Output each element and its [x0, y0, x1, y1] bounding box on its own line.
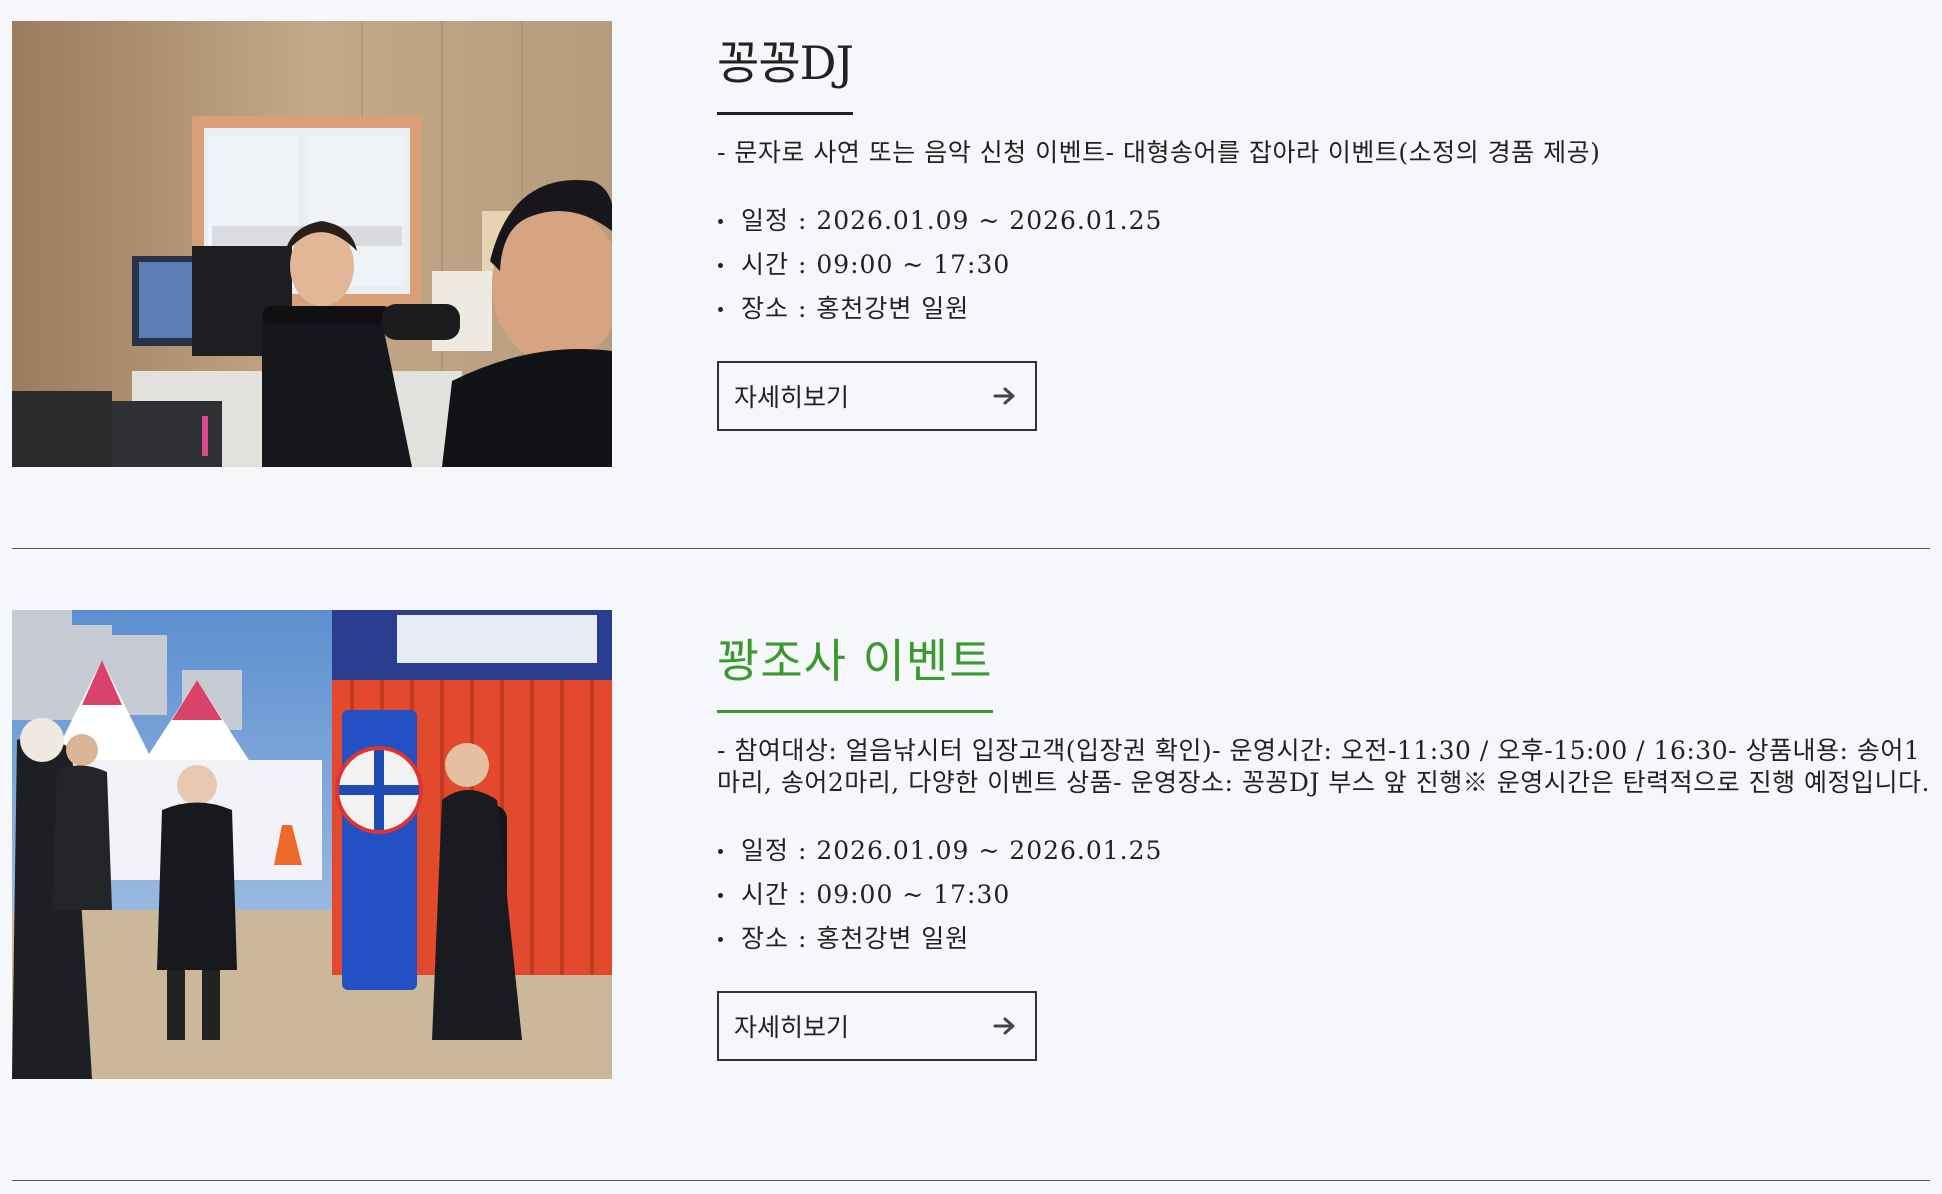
- event-place: 장소 : 홍천강변 일원: [717, 287, 1932, 331]
- dj-booth-photo-illustration: [12, 21, 612, 467]
- event-description: - 참여대상: 얼음낚시터 입장고객(입장권 확인)- 운영시간: 오전-11:…: [717, 736, 1930, 797]
- event-title: 꽝조사 이벤트: [717, 638, 993, 713]
- event-list-page: 꽁꽁DJ - 문자로 사연 또는 음악 신청 이벤트- 대형송어를 잡아라 이벤…: [0, 0, 1942, 1194]
- event-schedule: 일정 : 2026.01.09 ~ 2026.01.25: [717, 829, 1932, 873]
- arrow-right-icon: [993, 386, 1017, 406]
- event-time: 시간 : 09:00 ~ 17:30: [717, 243, 1932, 287]
- view-details-label: 자세히보기: [734, 1013, 850, 1042]
- arrow-right-icon: [993, 1016, 1017, 1036]
- view-details-button[interactable]: 자세히보기: [717, 991, 1037, 1061]
- section-divider: [12, 1180, 1930, 1181]
- event-photo-roulette[interactable]: [12, 610, 612, 1079]
- view-details-label: 자세히보기: [734, 383, 850, 412]
- event-description: - 문자로 사연 또는 음악 신청 이벤트- 대형송어를 잡아라 이벤트(소정의…: [717, 138, 1601, 167]
- view-details-button[interactable]: 자세히보기: [717, 361, 1037, 431]
- event-info-list: 일정 : 2026.01.09 ~ 2026.01.25 시간 : 09:00 …: [717, 199, 1932, 331]
- section-divider: [12, 548, 1930, 549]
- event-photo-dj-booth[interactable]: [12, 21, 612, 467]
- event-title: 꽁꽁DJ: [717, 40, 854, 115]
- roulette-event-photo-illustration: [12, 610, 612, 1079]
- event-time: 시간 : 09:00 ~ 17:30: [717, 873, 1932, 917]
- event-content-dj: 꽁꽁DJ - 문자로 사연 또는 음악 신청 이벤트- 대형송어를 잡아라 이벤…: [717, 21, 1932, 431]
- event-schedule: 일정 : 2026.01.09 ~ 2026.01.25: [717, 199, 1932, 243]
- event-place: 장소 : 홍천강변 일원: [717, 917, 1932, 961]
- event-content-fishing-game: 꽝조사 이벤트 - 참여대상: 얼음낚시터 입장고객(입장권 확인)- 운영시간…: [717, 609, 1932, 1061]
- event-info-list: 일정 : 2026.01.09 ~ 2026.01.25 시간 : 09:00 …: [717, 829, 1932, 961]
